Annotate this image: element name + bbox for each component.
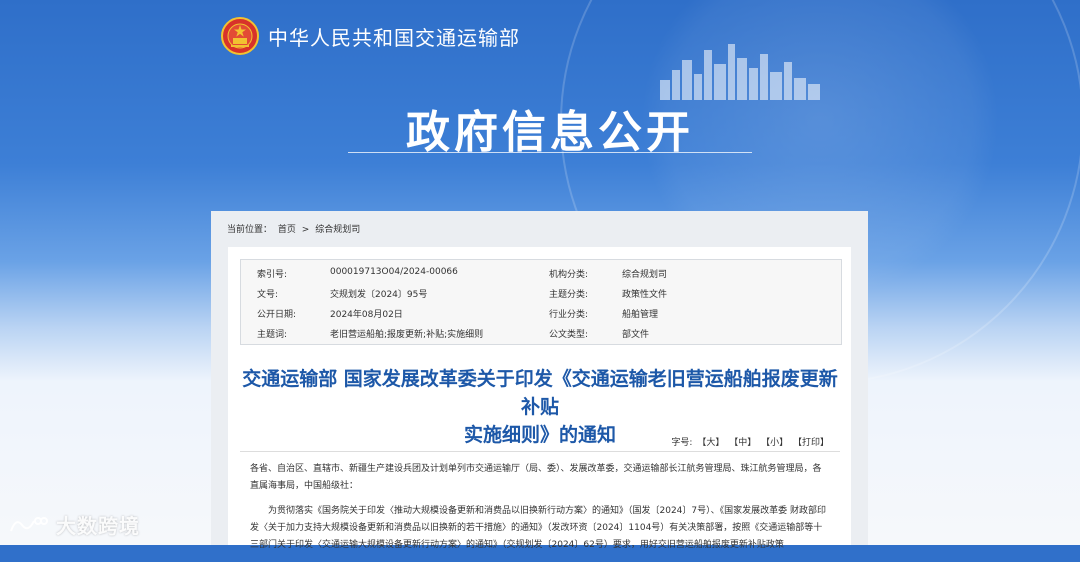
breadcrumb-separator: > <box>301 225 310 235</box>
metadata-value: 2024年08月02日 <box>330 310 403 320</box>
metadata-key: 机构分类: <box>549 270 589 280</box>
body-paragraph: 为贯彻落实《国务院关于印发〈推动大规模设备更新和消费品以旧换新行动方案〉的通知》… <box>250 506 826 550</box>
ministry-header[interactable]: 中华人民共和国交通运输部 <box>220 16 520 56</box>
breadcrumb: 当前位置： 首页 > 综合规划司 <box>227 222 363 235</box>
metadata-value: 政策性文件 <box>622 290 668 300</box>
metadata-row: 索引号: 000019713O04/2024-00066 机构分类: 综合规划司 <box>241 262 841 282</box>
font-size-small-button[interactable]: 【小】 <box>761 438 788 448</box>
metadata-key: 文号: <box>257 290 279 300</box>
metadata-key: 索引号: <box>257 270 288 280</box>
metadata-row: 公开日期: 2024年08月02日 行业分类: 船舶管理 <box>241 302 841 322</box>
font-size-label: 字号: <box>671 438 693 448</box>
metadata-value: 船舶管理 <box>622 310 659 320</box>
metadata-key: 行业分类: <box>549 310 589 320</box>
body-paragraph: 各省、自治区、直辖市、新疆生产建设兵团及计划单列市交通运输厅（局、委）、发展改革… <box>250 464 822 491</box>
font-size-toolbar: 字号: 【大】 【中】 【小】 【打印】 <box>671 435 829 448</box>
metadata-value: 老旧营运船舶;报废更新;补贴;实施细则 <box>330 330 484 340</box>
metadata-table: 索引号: 000019713O04/2024-00066 机构分类: 综合规划司… <box>240 259 842 345</box>
content-card: 当前位置： 首页 > 综合规划司 索引号: 000019713O04/2024-… <box>211 211 868 550</box>
watermark-text: 大数跨境 <box>56 514 140 538</box>
ministry-name: 中华人民共和国交通运输部 <box>268 25 520 50</box>
title-divider <box>240 451 840 452</box>
watermark-logo-icon <box>10 516 48 531</box>
watermark: 大数跨境 <box>8 510 140 539</box>
hero-divider <box>348 152 752 153</box>
document-title-line: 交通运输部 国家发展改革委关于印发《交通运输老旧营运船舶报废更新补贴 <box>242 368 838 418</box>
font-size-large-button[interactable]: 【大】 <box>697 438 724 448</box>
breadcrumb-dept-link[interactable]: 综合规划司 <box>315 225 360 235</box>
article-panel: 索引号: 000019713O04/2024-00066 机构分类: 综合规划司… <box>228 247 851 550</box>
hero-title: 政府信息公开 <box>406 107 694 158</box>
metadata-key: 公文类型: <box>549 330 589 340</box>
document-body: 各省、自治区、直辖市、新疆生产建设兵团及计划单列市交通运输厅（局、委）、发展改革… <box>250 461 830 562</box>
metadata-key: 主题分类: <box>549 290 589 300</box>
breadcrumb-label: 当前位置： <box>227 225 273 235</box>
metadata-key: 公开日期: <box>257 310 297 320</box>
metadata-row: 主题词: 老旧营运船舶;报废更新;补贴;实施细则 公文类型: 部文件 <box>241 322 841 342</box>
font-size-medium-button[interactable]: 【中】 <box>729 438 756 448</box>
city-skyline-graphic <box>660 44 820 100</box>
metadata-value: 综合规划司 <box>622 270 668 280</box>
metadata-value: 000019713O04/2024-00066 <box>330 267 458 277</box>
breadcrumb-home-link[interactable]: 首页 <box>278 225 296 235</box>
metadata-value: 交规划发〔2024〕95号 <box>330 290 428 300</box>
national-emblem-icon <box>221 17 259 55</box>
metadata-row: 文号: 交规划发〔2024〕95号 主题分类: 政策性文件 <box>241 282 841 302</box>
metadata-value: 部文件 <box>622 330 650 340</box>
print-button[interactable]: 【打印】 <box>793 438 829 448</box>
metadata-key: 主题词: <box>257 330 288 340</box>
